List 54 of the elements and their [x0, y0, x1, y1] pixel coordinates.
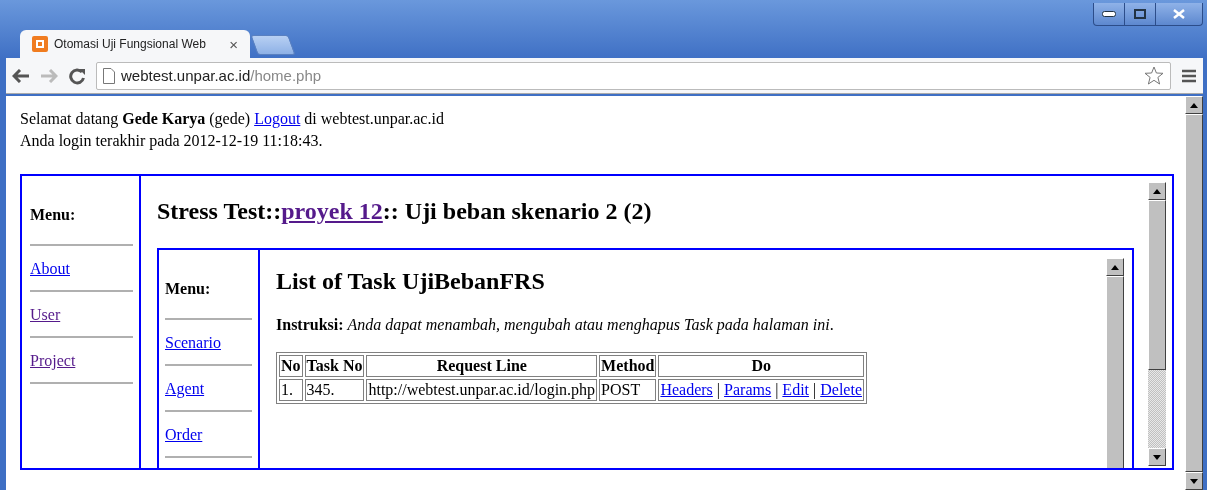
tab-title: Otomasi Uji Fungsional Web	[54, 37, 207, 51]
reload-icon[interactable]	[68, 66, 86, 85]
action-link[interactable]: Edit	[782, 381, 810, 398]
maximize-icon	[1134, 9, 1146, 19]
last-login-text: Anda login terakhir pada 2012-12-19 11:18:43.	[20, 131, 324, 152]
action-link[interactable]: Delete	[820, 381, 862, 398]
page-icon	[103, 67, 115, 84]
link-separator: |	[813, 381, 817, 398]
triangle-up-icon	[1153, 188, 1161, 194]
menu-link[interactable]: Scenario	[165, 332, 221, 354]
favicon-icon	[32, 36, 48, 52]
welcome-text: Selamat datang Gede Karya (gede) Logout di webtest.unpar.ac.id	[20, 109, 445, 130]
breadcrumb-link[interactable]: proyek 12	[281, 198, 383, 224]
table-cell: 1.	[279, 379, 303, 401]
menu-link[interactable]: Agent	[165, 378, 205, 400]
back-icon[interactable]	[12, 68, 30, 83]
scrollbar[interactable]	[1106, 258, 1124, 468]
page-heading: Stress Test::proyek 12:: Uji beban skenario 2 (2)	[157, 197, 653, 226]
close-icon	[1173, 9, 1185, 19]
browser-tab[interactable]: Otomasi Uji Fungsional Web ×	[20, 30, 250, 58]
action-link[interactable]: Params	[724, 381, 772, 398]
triangle-up-icon	[1190, 102, 1198, 108]
menu-link[interactable]: Order	[165, 424, 203, 446]
task-list-title: List of Task UjiBebanFRS	[276, 267, 546, 296]
star-icon[interactable]	[1144, 66, 1164, 85]
menu-title: Menu:	[165, 280, 212, 298]
column-header: Method	[599, 355, 657, 377]
scrollbar[interactable]	[1185, 96, 1203, 490]
address-bar[interactable]: webtest.unpar.ac.id/home.php	[96, 61, 1171, 90]
link-separator: |	[716, 381, 721, 398]
url-text: webtest.unpar.ac.id/home.php	[121, 67, 322, 84]
column-header: Do	[658, 355, 864, 377]
triangle-down-icon	[1153, 454, 1161, 460]
new-tab-button[interactable]	[250, 35, 296, 55]
triangle-up-icon	[1111, 264, 1119, 270]
triangle-down-icon	[1190, 478, 1198, 484]
logout-link[interactable]: Logout	[254, 110, 301, 127]
column-header: No	[279, 355, 303, 377]
instruction-text: Instruksi: Anda dapat menambah, mengubah atau menghapus Task pada halaman ini.	[276, 316, 835, 334]
table-cell: http://webtest.unpar.ac.id/login.php	[366, 379, 598, 401]
menu-link[interactable]: Project	[30, 350, 76, 372]
column-header: Request Line	[366, 355, 598, 377]
menu-icon[interactable]	[1181, 68, 1197, 83]
minimize-icon	[1102, 11, 1116, 17]
link-separator: |	[775, 381, 779, 398]
action-link[interactable]: Headers	[660, 381, 713, 398]
table-cell: POST	[599, 379, 657, 401]
menu-link[interactable]: User	[30, 304, 61, 326]
column-header: Task No	[304, 355, 365, 377]
scrollbar[interactable]	[1148, 182, 1166, 466]
tab-close-button[interactable]: ×	[229, 35, 238, 53]
menu-link[interactable]: About	[30, 258, 70, 280]
table-cell: 345.	[304, 379, 365, 401]
menu-title: Menu:	[30, 206, 77, 224]
